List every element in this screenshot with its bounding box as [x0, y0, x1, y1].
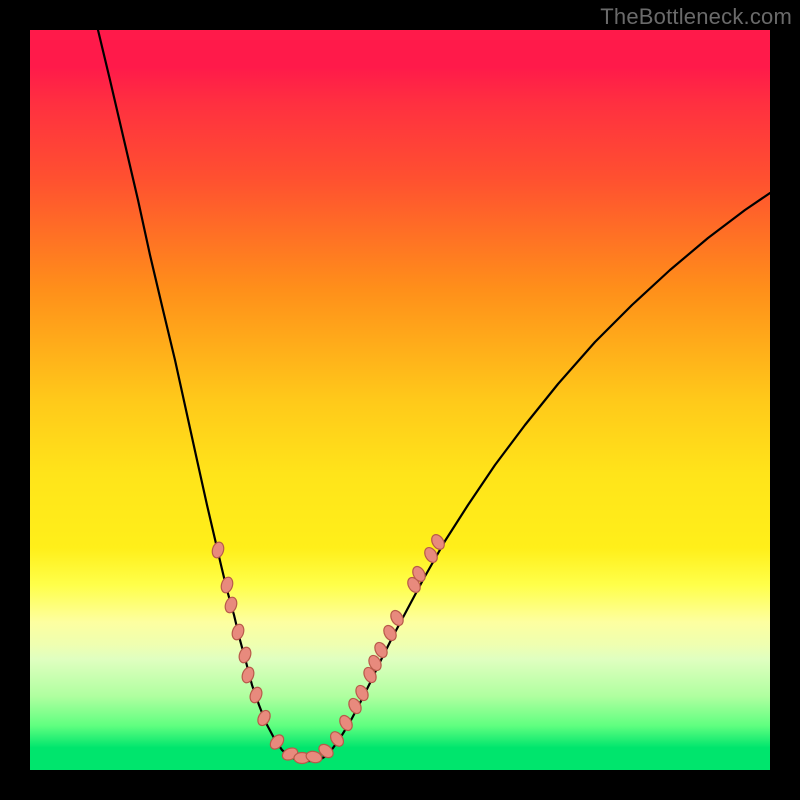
data-marker — [248, 686, 264, 705]
watermark-text: TheBottleneck.com — [600, 4, 792, 30]
data-marker — [237, 646, 253, 665]
series-path — [319, 193, 770, 760]
data-marker — [230, 623, 246, 642]
data-marker — [388, 608, 405, 627]
data-marker — [211, 541, 226, 559]
data-marker — [268, 732, 287, 751]
marker-group — [211, 532, 447, 764]
data-marker — [219, 576, 234, 595]
data-marker — [381, 623, 398, 642]
series-path — [98, 30, 289, 756]
data-marker — [240, 666, 256, 685]
chart-frame: TheBottleneck.com — [0, 0, 800, 800]
chart-svg — [30, 30, 770, 770]
series-group — [98, 30, 770, 761]
data-marker — [223, 596, 238, 615]
data-marker — [255, 708, 272, 727]
plot-area — [30, 30, 770, 770]
